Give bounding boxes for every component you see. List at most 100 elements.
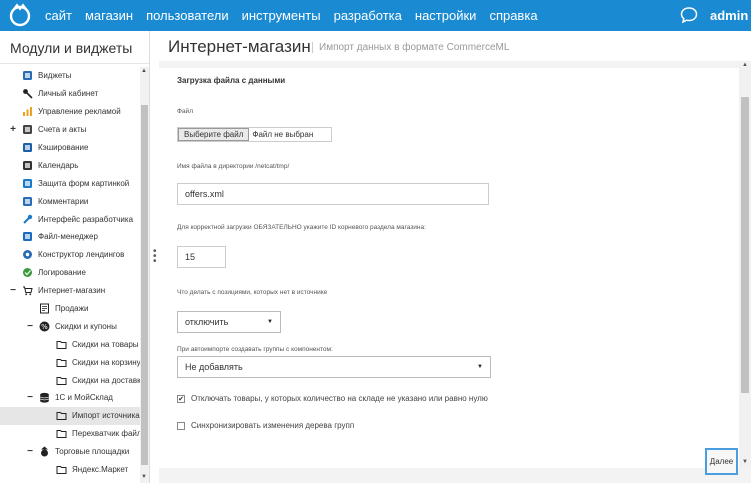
sidebar-item-label: Логирование — [38, 268, 86, 278]
content-scrollbar[interactable]: ▲ ▼ — [739, 61, 751, 468]
bar-chart-icon — [22, 106, 33, 117]
sidebar-item[interactable]: − 1С и МойСклад — [0, 389, 140, 407]
wrench-icon — [22, 214, 33, 225]
expand-icon[interactable]: + — [9, 124, 17, 135]
nav-users[interactable]: пользователи — [146, 8, 229, 23]
filename-label: Имя файла в директории /netcat/tmp/ — [177, 163, 290, 170]
sync-tree-checkbox[interactable] — [177, 421, 185, 430]
sidebar-item[interactable]: Защита форм картинкой — [0, 174, 140, 192]
missing-items-label: Что делать с позициями, которых нет в ис… — [177, 289, 328, 296]
sync-tree-option[interactable]: Синхронизировать изменения дерева групп — [177, 421, 354, 430]
sidebar-item[interactable]: Интерфейс разработчика — [0, 210, 140, 228]
logo-icon[interactable] — [8, 3, 32, 27]
nav-development[interactable]: разработка — [334, 8, 402, 23]
folder-icon — [56, 428, 67, 439]
drag-handle-icon[interactable]: • • • — [153, 247, 157, 267]
sidebar-item[interactable]: Комментарии — [0, 192, 140, 210]
sidebar-item[interactable]: Конструктор лендингов — [0, 246, 140, 264]
sidebar-item[interactable]: Логирование — [0, 264, 140, 282]
missing-items-select[interactable]: отключить ▼ — [177, 311, 281, 333]
sidebar-item[interactable]: Перехватчик файлов — [0, 425, 149, 443]
sidebar: Модули и виджеты Виджеты Личный кабинет Уп… — [0, 31, 150, 483]
choose-file-button[interactable]: Выберите файл — [178, 128, 250, 141]
sidebar-item[interactable]: + Счета и акты — [0, 121, 140, 139]
sidebar-item-label: Счета и акты — [38, 125, 87, 135]
document-icon — [22, 124, 33, 135]
sidebar-item[interactable]: Скидки на товары — [0, 335, 140, 353]
sidebar-item[interactable]: Управление рекламой — [0, 103, 140, 121]
sidebar-item[interactable]: Файл-менеджер — [0, 228, 140, 246]
file-status: Файл не выбран — [252, 130, 314, 139]
section-title: Загрузка файла с данными — [177, 76, 286, 85]
collapse-icon[interactable]: − — [9, 285, 17, 296]
sidebar-item[interactable]: Календарь — [0, 156, 140, 174]
scroll-down-icon[interactable]: ▼ — [141, 474, 147, 480]
root-id-input[interactable]: 15 — [177, 246, 226, 268]
sidebar-item-label: Скидки на доставку — [72, 375, 145, 385]
captcha-icon — [22, 178, 33, 189]
key-icon — [22, 88, 33, 99]
sidebar-item-label: Файл-менеджер — [38, 232, 98, 242]
calendar-icon — [22, 160, 33, 171]
svg-text:%: % — [41, 323, 48, 331]
nav-settings[interactable]: настройки — [415, 8, 477, 23]
sidebar-item[interactable]: Продажи — [0, 300, 140, 318]
folder-icon — [56, 357, 67, 368]
sidebar-tree: Виджеты Личный кабинет Управление рекламой… — [0, 67, 149, 479]
collapse-icon[interactable]: − — [26, 446, 34, 457]
content-scroll-thumb[interactable] — [741, 97, 749, 393]
panel-splitter[interactable]: • • • — [151, 31, 159, 483]
sidebar-item-label: Интернет-магазин — [38, 286, 106, 296]
file-manager-icon — [22, 231, 33, 242]
percent-icon: % — [39, 321, 50, 332]
sidebar-item-label: Виджеты — [38, 71, 72, 81]
sidebar-item-label: Скидки на корзину — [72, 357, 141, 367]
sidebar-item[interactable]: − Торговые площадки — [0, 443, 140, 461]
collapse-icon[interactable]: − — [26, 392, 34, 403]
sidebar-item[interactable]: − Интернет-магазин — [0, 282, 140, 300]
top-bar: сайт магазин пользователи инструменты ра… — [0, 0, 751, 31]
sidebar-scrollbar[interactable]: ▲ ▼ — [140, 67, 149, 483]
next-button[interactable]: Далее — [705, 448, 738, 475]
collapse-icon[interactable]: − — [26, 321, 34, 332]
sidebar-item-label: Торговые площадки — [55, 447, 130, 457]
root-id-label: Для корректной загрузки ОБЯЗАТЕЛЬНО укаж… — [177, 224, 426, 231]
sidebar-item-label: Личный кабинет — [38, 89, 99, 99]
sidebar-item[interactable]: Кэширование — [0, 139, 140, 157]
sales-icon — [39, 303, 50, 314]
file-label: Файл — [177, 108, 193, 115]
scroll-down-icon[interactable]: ▼ — [742, 459, 748, 465]
sidebar-item[interactable]: Яндекс.Маркет — [0, 461, 140, 479]
groups-select[interactable]: Не добавлять ▼ — [177, 356, 491, 378]
sidebar-item[interactable]: Скидки на доставку — [0, 371, 145, 389]
comments-icon — [22, 196, 33, 207]
chat-icon[interactable] — [680, 6, 698, 24]
scroll-up-icon[interactable]: ▲ — [141, 68, 147, 74]
filename-input[interactable]: offers.xml — [177, 183, 489, 205]
sidebar-item[interactable]: Виджеты — [0, 67, 140, 85]
storage-icon — [22, 142, 33, 153]
page-header: Интернет-магазин Импорт данных в формате… — [159, 31, 751, 61]
nav-site[interactable]: сайт — [45, 8, 72, 23]
missing-items-value: отключить — [185, 317, 229, 327]
sidebar-item-label: Конструктор лендингов — [38, 250, 125, 260]
file-input[interactable]: Выберите файл Файл не выбран — [177, 127, 332, 142]
sidebar-item[interactable]: Личный кабинет — [0, 85, 140, 103]
sidebar-item-label: 1С и МойСклад — [55, 393, 113, 403]
main-panel: Интернет-магазин Импорт данных в формате… — [159, 31, 751, 483]
disable-zero-stock-option[interactable]: ✔ Отключать товары, у которых количество… — [177, 394, 488, 403]
disable-zero-stock-checkbox[interactable]: ✔ — [177, 394, 185, 403]
sidebar-item-label: Интерфейс разработчика — [38, 214, 134, 224]
scroll-up-icon[interactable]: ▲ — [742, 62, 748, 68]
nav-shop[interactable]: магазин — [85, 8, 133, 23]
user-menu[interactable]: admin — [710, 8, 748, 23]
sidebar-item-label: Импорт источника — [72, 411, 140, 421]
sidebar-item[interactable]: Скидки на корзину — [0, 353, 141, 371]
sidebar-scroll-thumb[interactable] — [141, 105, 148, 465]
disable-zero-stock-label: Отключать товары, у которых количество н… — [191, 394, 488, 403]
nav-help[interactable]: справка — [489, 8, 537, 23]
nav-tools[interactable]: инструменты — [242, 8, 321, 23]
sidebar-title: Модули и виджеты — [0, 31, 149, 64]
sidebar-item[interactable]: Импорт источника — [0, 406, 140, 425]
sidebar-item[interactable]: −% Скидки и купоны — [0, 317, 140, 335]
